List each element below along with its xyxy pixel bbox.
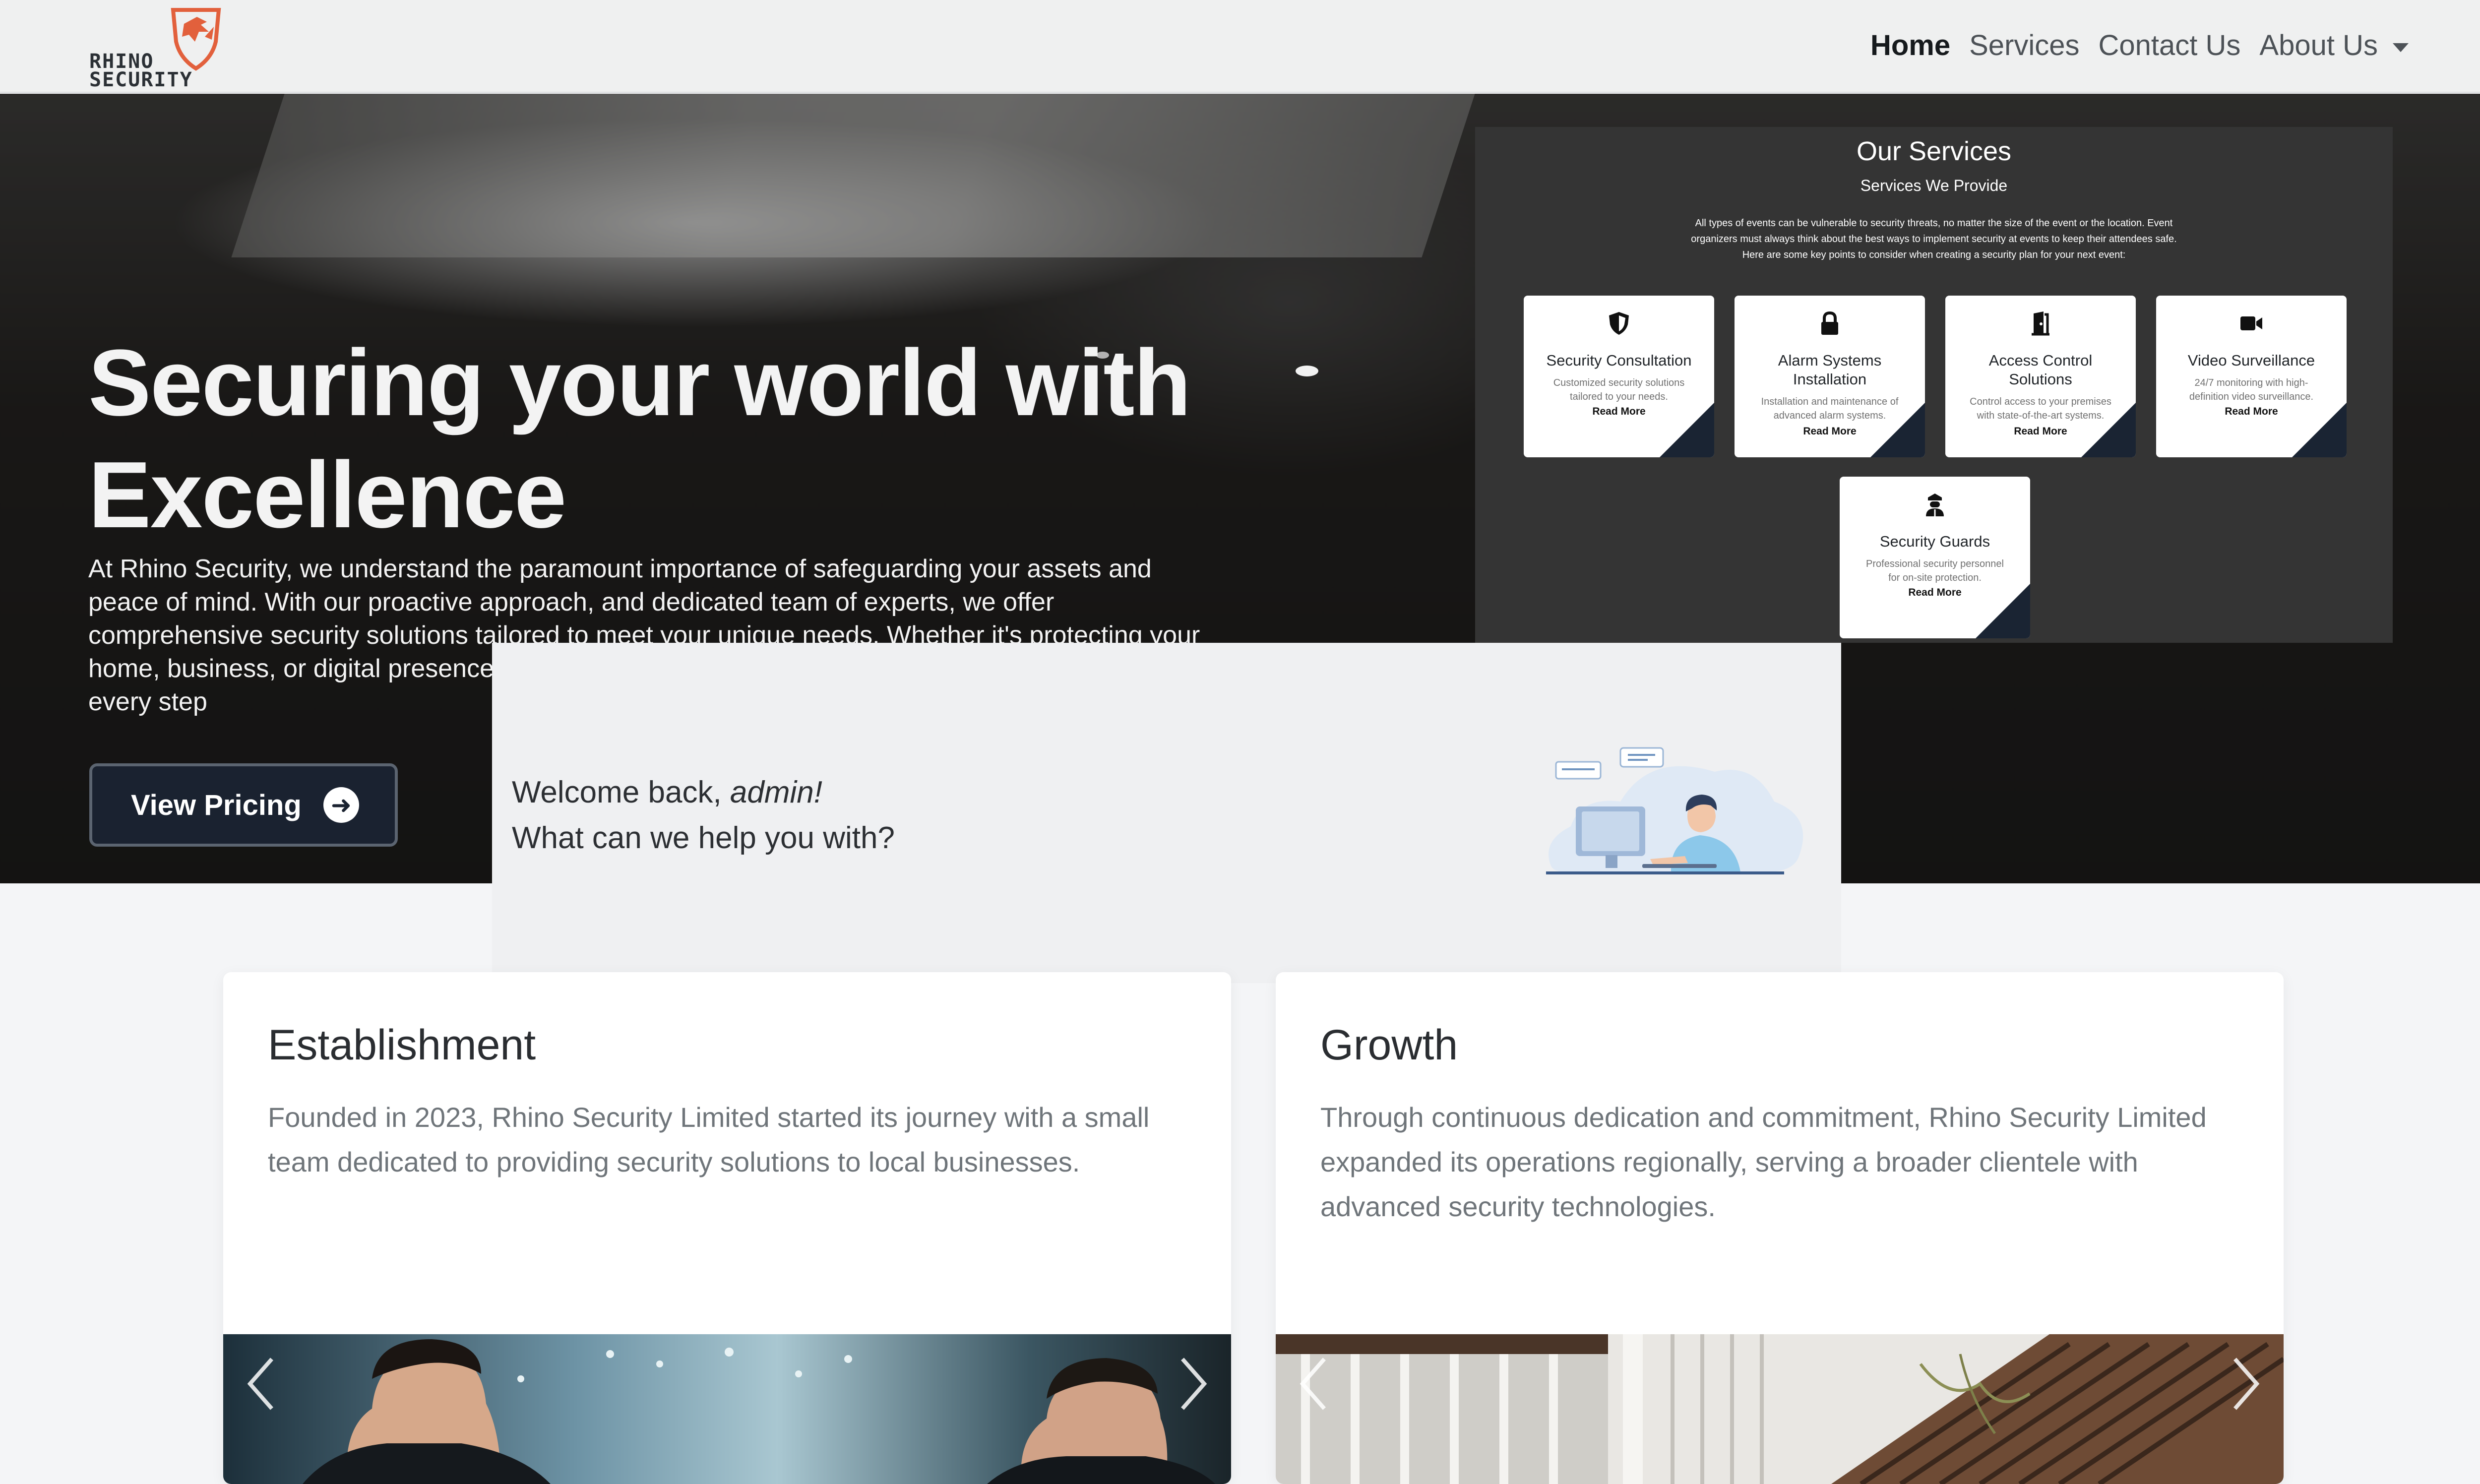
nav-about-label: About Us: [2259, 29, 2378, 62]
hero-title: Securing your world with Excellence: [88, 327, 1229, 551]
timeline-card-text: Through continuous dedication and commit…: [1320, 1102, 2207, 1222]
navbar: RHINO SECURITY Home Services Contact Us …: [0, 0, 2480, 93]
timeline-card-establishment: Establishment Founded in 2023, Rhino Sec…: [223, 972, 1231, 1484]
service-card-access-control[interactable]: Access Control Solutions Control access …: [1945, 296, 2136, 457]
services-description-line: All types of events can be vulnerable to…: [1695, 218, 2173, 229]
nav-contact[interactable]: Contact Us: [2099, 29, 2241, 62]
hero-ceiling-light: [1296, 366, 1318, 376]
services-title: Our Services: [1856, 136, 2012, 166]
chevron-left-icon: [247, 1358, 274, 1410]
service-card-security-guards[interactable]: Security Guards Professional security pe…: [1840, 477, 2030, 638]
service-desc: Customized security solutions tailored t…: [1553, 377, 1685, 402]
team-photo: [223, 1334, 1231, 1484]
brand-logo[interactable]: RHINO SECURITY: [89, 7, 228, 90]
carousel-prev-button[interactable]: [1296, 1354, 1330, 1414]
welcome-username: admin!: [730, 775, 823, 809]
hero-title-line1: Securing your world with: [88, 330, 1191, 435]
services-description-line: organizers must always think about the b…: [1691, 234, 2177, 245]
chevron-left-icon: [1300, 1358, 1326, 1410]
card-corner-decoration: [2081, 403, 2136, 457]
service-card-security-consultation[interactable]: Security Consultation Customized securit…: [1524, 296, 1714, 457]
chevron-right-icon: [2233, 1358, 2260, 1410]
services-description-line: Here are some key points to consider whe…: [1742, 249, 2126, 260]
services-subtitle: Services We Provide: [1860, 177, 2008, 194]
nav-home[interactable]: Home: [1870, 29, 1950, 62]
service-name: Access Control Solutions: [1988, 352, 2093, 388]
timeline-card-title: Establishment: [268, 1021, 536, 1069]
service-card-alarm-systems[interactable]: Alarm Systems Installation Installation …: [1735, 296, 1925, 457]
building-photo: [1276, 1334, 2284, 1484]
timeline-card-growth: Growth Through continuous dedication and…: [1276, 972, 2284, 1484]
arrow-right-circle-icon: ➜: [323, 787, 359, 823]
service-desc: Professional security personnel for on-s…: [1866, 558, 2004, 583]
timeline-card-title: Growth: [1320, 1021, 1458, 1069]
timeline-card-text: Founded in 2023, Rhino Security Limited …: [268, 1102, 1150, 1177]
welcome-question: What can we help you with?: [512, 821, 895, 855]
guard-icon: [1926, 494, 1944, 516]
brand-line2: SECURITY: [89, 68, 193, 91]
video-camera-icon: [2240, 316, 2262, 330]
card-corner-decoration: [2292, 403, 2347, 457]
carousel-next-button[interactable]: [1177, 1354, 1211, 1414]
door-icon: [2032, 311, 2049, 336]
view-pricing-button[interactable]: View Pricing ➜: [89, 763, 398, 847]
services-description: All types of events can be vulnerable to…: [1664, 215, 2204, 263]
service-name: Security Guards: [1879, 533, 1990, 550]
service-desc: 24/7 monitoring with high-definition vid…: [2189, 377, 2314, 402]
support-agent-illustration: [1546, 747, 1803, 874]
chevron-right-icon: [1180, 1358, 1207, 1410]
brand-wordmark: RHINO SECURITY: [89, 52, 233, 91]
view-pricing-label: View Pricing: [131, 789, 302, 821]
nav-services[interactable]: Services: [1969, 29, 2079, 62]
timeline-carousel: [223, 1334, 1231, 1484]
shield-icon: [1609, 312, 1629, 335]
service-name: Video Surveillance: [2187, 352, 2315, 369]
card-corner-decoration: [1660, 403, 1714, 457]
welcome-prefix: Welcome back,: [512, 775, 722, 809]
service-name: Security Consultation: [1546, 352, 1692, 369]
welcome-banner: Welcome back, admin! What can we help yo…: [492, 643, 1841, 983]
lock-icon: [1821, 311, 1838, 335]
hero-title-line2: Excellence: [88, 442, 566, 548]
services-panel: Our Services Services We Provide All typ…: [1475, 127, 2393, 643]
caret-down-icon: [2393, 43, 2409, 52]
card-corner-decoration: [1976, 584, 2030, 638]
timeline-carousel: [1276, 1334, 2284, 1484]
nav-links: Home Services Contact Us About Us: [1870, 29, 2409, 62]
welcome-message: Welcome back, admin! What can we help yo…: [512, 770, 895, 861]
service-card-video-surveillance[interactable]: Video Surveillance 24/7 monitoring with …: [2156, 296, 2347, 457]
nav-about-dropdown[interactable]: About Us: [2259, 29, 2409, 62]
card-corner-decoration: [1870, 403, 1925, 457]
carousel-prev-button[interactable]: [243, 1354, 278, 1414]
carousel-next-button[interactable]: [2229, 1354, 2264, 1414]
service-name: Alarm Systems Installation: [1778, 352, 1882, 388]
